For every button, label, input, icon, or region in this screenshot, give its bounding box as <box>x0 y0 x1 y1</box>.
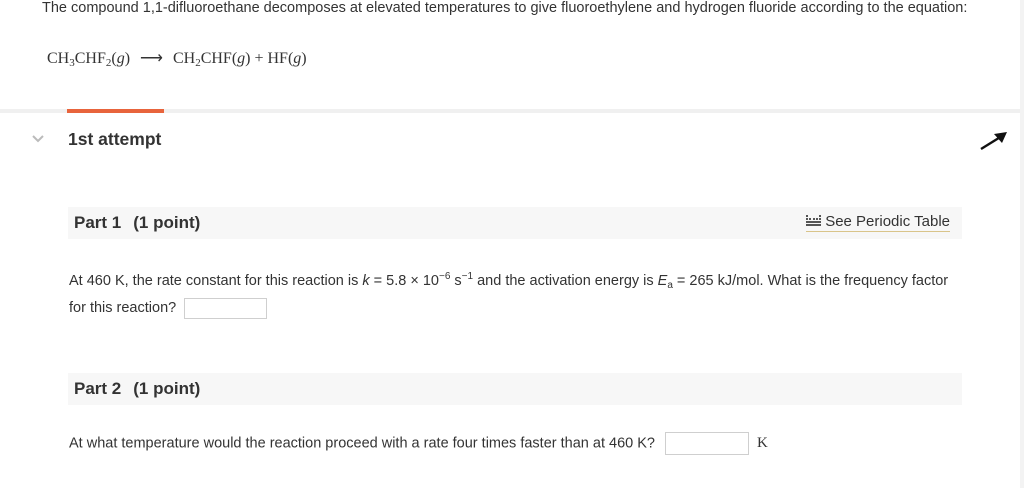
periodic-table-icon <box>806 215 822 226</box>
periodic-link-label: See Periodic Table <box>825 213 950 230</box>
part1-question: At 460 K, the rate constant for this rea… <box>69 266 949 319</box>
product1-formula: CH2CHF(g) <box>172 50 251 69</box>
part2-question: At what temperature would the reaction p… <box>69 432 768 455</box>
part1-answer-input[interactable] <box>184 297 268 319</box>
plus-sign: + <box>254 50 264 67</box>
exponent-1: −6 <box>438 271 451 282</box>
exponent-2: −1 <box>461 271 474 282</box>
see-periodic-table-link[interactable]: See Periodic Table <box>806 213 950 232</box>
k-variable: k <box>362 273 370 289</box>
part2-points: (1 point) <box>133 379 201 398</box>
problem-intro: The compound 1,1-difluoroethane decompos… <box>42 0 968 16</box>
part2-title: Part 2 (1 point) <box>74 379 200 399</box>
reaction-equation: CH3CHF2(g) ⟶ CH2CHF(g) + HF(g) <box>47 48 307 69</box>
q1-text-d: and the activation energy is <box>473 273 658 289</box>
part2-header: Part 2 (1 point) <box>68 373 962 405</box>
collapse-arrow-icon[interactable] <box>978 130 1008 152</box>
part1-header: Part 1 (1 point) See Periodic Table <box>68 207 962 239</box>
part2-unit: K <box>756 435 768 452</box>
q1-text-b: = 5.8 × 10 <box>369 273 439 289</box>
part1-points: (1 point) <box>133 213 201 232</box>
right-scroll-rule <box>1020 0 1024 488</box>
active-tab-indicator <box>67 109 164 113</box>
reactant-formula: CH3CHF2(g) <box>47 50 131 69</box>
part1-title: Part 1 (1 point) <box>74 213 200 233</box>
q1-text-a: At 460 K, the rate constant for this rea… <box>69 273 363 289</box>
q1-text-c: s <box>450 273 462 289</box>
attempt-label[interactable]: 1st attempt <box>68 129 161 150</box>
part2-answer-input[interactable] <box>664 432 749 455</box>
part1-name: Part 1 <box>74 213 122 232</box>
reaction-arrow: ⟶ <box>140 50 163 67</box>
ea-variable: E <box>657 273 668 289</box>
q2-text: At what temperature would the reaction p… <box>69 435 655 452</box>
part2-name: Part 2 <box>74 379 122 398</box>
chevron-down-icon[interactable] <box>30 131 46 147</box>
product2-formula: HF(g) <box>267 50 307 67</box>
